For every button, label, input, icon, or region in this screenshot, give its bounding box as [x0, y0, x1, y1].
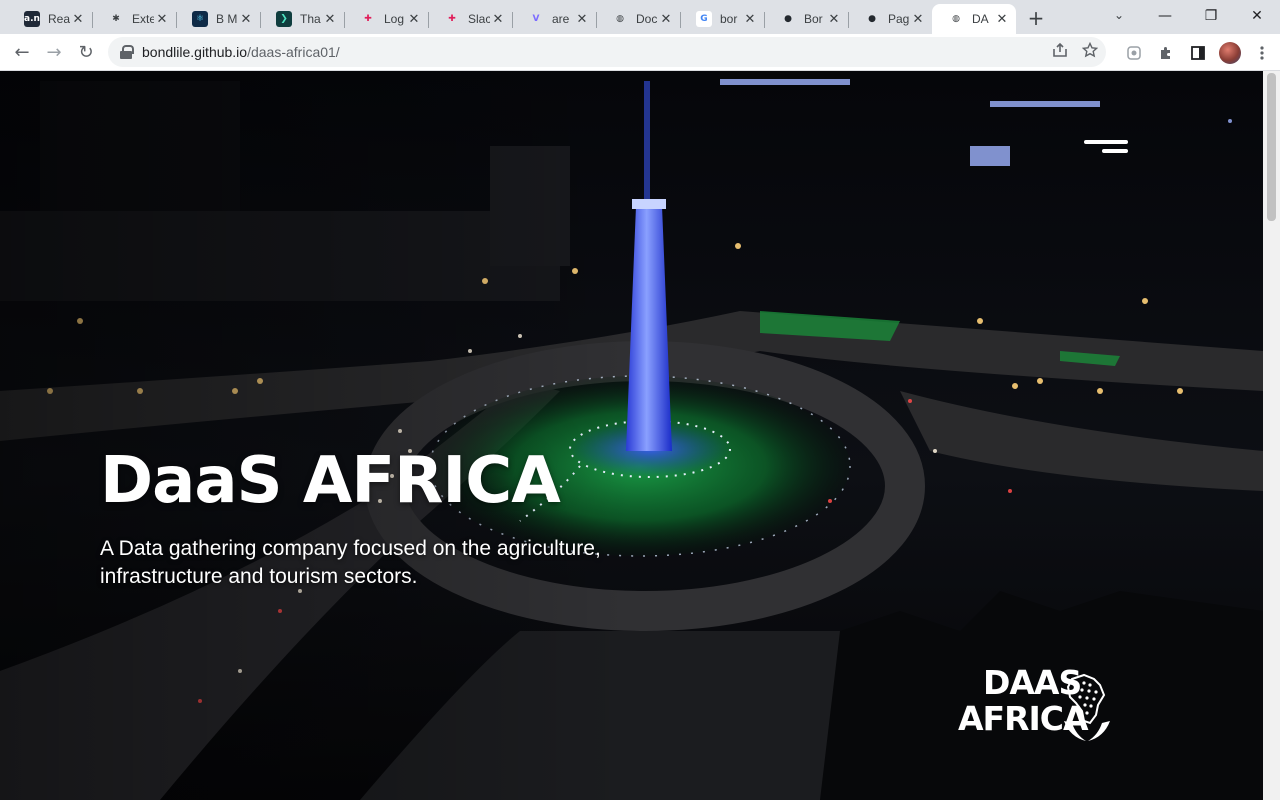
browser-tab[interactable]: ● Bor ✕	[764, 4, 848, 34]
browser-tab[interactable]: ◍ Doc ✕	[596, 4, 680, 34]
tab-close-icon[interactable]: ✕	[322, 11, 338, 27]
lock-icon[interactable]	[120, 45, 134, 59]
menu-kebab-icon[interactable]	[1250, 41, 1274, 65]
tab-close-icon[interactable]: ✕	[574, 11, 590, 27]
tab-close-icon[interactable]: ✕	[490, 11, 506, 27]
globe-icon: ◍	[616, 14, 624, 24]
tab-close-icon[interactable]: ✕	[406, 11, 422, 27]
page-scrollbar[interactable]	[1263, 71, 1280, 800]
extension-icon[interactable]	[1122, 41, 1146, 65]
window-controls: — ❐ ✕	[1142, 0, 1280, 34]
tab-close-icon[interactable]: ✕	[238, 11, 254, 27]
extensions-puzzle-icon[interactable]	[1154, 41, 1178, 65]
readme-icon: a.n	[24, 11, 40, 27]
slack-icon: ✚	[448, 14, 456, 24]
github-icon: ●	[868, 14, 876, 24]
side-panel-icon[interactable]	[1186, 41, 1210, 65]
share-icon[interactable]	[1052, 42, 1068, 62]
tab-title: Exte	[132, 12, 154, 26]
url-path: /daas-africa01/	[247, 44, 340, 60]
tab-title: Tha	[300, 12, 321, 26]
react-icon: ⚛	[192, 11, 208, 27]
browser-tab[interactable]: ❯ Tha ✕	[260, 4, 344, 34]
tab-close-icon[interactable]: ✕	[154, 11, 170, 27]
new-tab-button[interactable]: +	[1022, 4, 1050, 32]
restore-button[interactable]: ❐	[1188, 0, 1234, 32]
daas-africa-logo[interactable]: DAAS AFRICA	[958, 665, 1118, 745]
tab-title: Log	[384, 12, 405, 26]
browser-tab[interactable]: ✚ Log ✕	[344, 4, 428, 34]
hero-title: DaaS AFRICA	[100, 444, 561, 518]
tab-close-icon[interactable]: ✕	[994, 11, 1010, 27]
hamburger-line-bottom	[1102, 149, 1128, 153]
reload-button[interactable]: ↻	[70, 36, 102, 68]
tab-title: Doc	[636, 12, 658, 26]
bookmark-star-icon[interactable]	[1081, 41, 1099, 62]
slack-icon: ✚	[364, 14, 372, 24]
browser-tab[interactable]: a.n Rea ✕	[8, 4, 92, 34]
minimize-button[interactable]: —	[1142, 0, 1188, 32]
google-icon: G	[696, 11, 712, 27]
vmark-icon: V	[532, 14, 540, 24]
hamburger-menu-icon[interactable]	[1080, 137, 1130, 157]
tab-title: DA	[972, 12, 989, 26]
tab-close-icon[interactable]: ✕	[658, 11, 674, 27]
browser-tab[interactable]: Vare ✕	[512, 4, 596, 34]
tab-close-icon[interactable]: ✕	[742, 11, 758, 27]
profile-avatar[interactable]	[1218, 41, 1242, 65]
browser-tab[interactable]: Gbor ✕	[680, 4, 764, 34]
browser-tab[interactable]: ✱ Exte ✕	[92, 4, 176, 34]
browser-toolbar: ← → ↻ bondlile.github.io/daas-africa01/	[0, 34, 1280, 71]
browser-tab[interactable]: ✚ Slac ✕	[428, 4, 512, 34]
tab-title: Rea	[48, 12, 70, 26]
tab-title: Pag	[888, 12, 910, 26]
tab-strip: a.n Rea ✕ ✱ Exte ✕ ⚛ B M ✕ ❯ Tha ✕ ✚ Log ✕ ✚ Slac ✕ Vare ✕ ◍…	[0, 0, 1280, 34]
page-viewport: DaaS AFRICA A Data gathering company foc…	[0, 71, 1280, 800]
tab-close-icon[interactable]: ✕	[70, 11, 86, 27]
puzzle-icon: ✱	[112, 14, 120, 24]
close-window-button[interactable]: ✕	[1234, 0, 1280, 32]
scrollbar-thumb[interactable]	[1267, 73, 1276, 221]
tab-search-chevron-icon[interactable]: ⌄	[1108, 4, 1130, 26]
browser-tab[interactable]: ● Pag ✕	[848, 4, 932, 34]
url-host: bondlile.github.io	[142, 44, 248, 60]
tab-title: Slac	[468, 12, 490, 26]
hamburger-line-top	[1084, 140, 1128, 144]
forward-button[interactable]: →	[38, 36, 70, 68]
hero-subtitle: A Data gathering company focused on the …	[100, 537, 601, 588]
tab-title: bor	[720, 12, 738, 26]
github-icon: ●	[784, 14, 792, 24]
tab-title: are	[552, 12, 570, 26]
address-bar[interactable]: bondlile.github.io/daas-africa01/	[108, 37, 1106, 67]
url-text[interactable]: bondlile.github.io/daas-africa01/	[142, 44, 340, 60]
tab-title: B M	[216, 12, 238, 26]
browser-tab-active[interactable]: ◍ DA ✕	[932, 4, 1016, 34]
africa-map-hands-icon	[1064, 673, 1110, 741]
arrow-app-icon: ❯	[276, 11, 292, 27]
globe-icon: ◍	[952, 14, 960, 24]
tab-close-icon[interactable]: ✕	[826, 11, 842, 27]
tab-close-icon[interactable]: ✕	[910, 11, 926, 27]
back-button[interactable]: ←	[6, 36, 38, 68]
tab-title: Bor	[804, 12, 823, 26]
browser-tab[interactable]: ⚛ B M ✕	[176, 4, 260, 34]
